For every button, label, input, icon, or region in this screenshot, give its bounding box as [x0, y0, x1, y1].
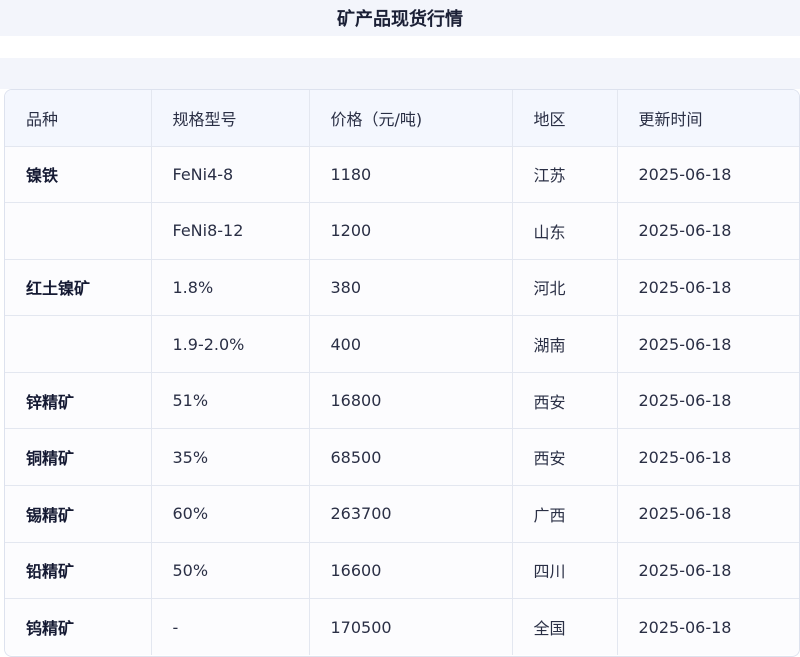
cell-date: 2025-06-18 — [617, 485, 799, 543]
cell-region: 全国 — [512, 598, 618, 656]
table-row: 锡精矿 60% 263700 广西 2025-06-18 — [5, 485, 799, 543]
title-bar: 矿产品现货行情 — [0, 0, 800, 36]
table-row: 红土镍矿 1.8% 380 河北 2025-06-18 — [5, 259, 799, 317]
cell-region: 江苏 — [512, 146, 618, 204]
table-row: 锌精矿 51% 16800 西安 2025-06-18 — [5, 372, 799, 430]
cell-spec: 60% — [151, 485, 310, 543]
cell-price: 1200 — [309, 202, 513, 260]
cell-spec: 50% — [151, 542, 310, 600]
cell-spec: FeNi4-8 — [151, 146, 310, 204]
cell-price: 1180 — [309, 146, 513, 204]
cell-region: 河北 — [512, 259, 618, 317]
cell-date: 2025-06-18 — [617, 146, 799, 204]
cell-date: 2025-06-18 — [617, 428, 799, 487]
table-header-row: 品种 规格型号 价格（元/吨) 地区 更新时间 — [5, 90, 799, 147]
cell-price: 170500 — [309, 598, 513, 656]
table-row: 铅精矿 50% 16600 四川 2025-06-18 — [5, 542, 799, 600]
cell-date: 2025-06-18 — [617, 542, 799, 600]
cell-product: 铅精矿 — [5, 542, 152, 600]
page: 矿产品现货行情 品种 规格型号 价格（元/吨) 地区 更新时间 镍铁 FeNi4… — [0, 0, 800, 657]
cell-product: 钨精矿 — [5, 598, 152, 656]
cell-date: 2025-06-18 — [617, 372, 799, 430]
cell-date: 2025-06-18 — [638, 617, 732, 637]
table-row: FeNi8-12 1200 山东 2025-06-18 — [5, 202, 799, 260]
cell-region: 湖南 — [512, 315, 618, 373]
cell-product: 铜精矿 — [5, 428, 152, 487]
cell-spec: 1.9-2.0% — [151, 315, 310, 373]
cell-region: 西安 — [512, 428, 618, 487]
header-band — [0, 58, 800, 89]
cell-product: 镍铁 — [5, 146, 152, 204]
table-row: 镍铁 FeNi4-8 1180 江苏 2025-06-18 — [5, 146, 799, 204]
table-body: 镍铁 FeNi4-8 1180 江苏 2025-06-18 FeNi8-12 1… — [5, 146, 799, 656]
cell-product — [5, 202, 152, 260]
price-table-container: 品种 规格型号 价格（元/吨) 地区 更新时间 镍铁 FeNi4-8 1180 … — [4, 89, 800, 657]
cell-product: 锌精矿 — [5, 372, 152, 430]
header-updated: 更新时间 — [617, 90, 799, 147]
cell-product: 红土镍矿 — [5, 259, 152, 317]
cell-spec: 1.8% — [151, 259, 310, 317]
cell-spec: 51% — [151, 372, 310, 430]
header-spec: 规格型号 — [151, 90, 310, 147]
cell-product — [5, 315, 152, 373]
cell-price: 400 — [309, 315, 513, 373]
table-row: 钨精矿 - 170500 全国 2025-06-18 — [5, 598, 799, 656]
cell-price: 16600 — [309, 542, 513, 600]
header-price: 价格（元/吨) — [309, 90, 513, 147]
cell-date: 2025-06-18 — [617, 259, 799, 317]
table-row: 铜精矿 35% 68500 西安 2025-06-18 — [5, 428, 799, 487]
cell-spec: 35% — [151, 428, 310, 487]
header-region: 地区 — [512, 90, 618, 147]
cell-region: 山东 — [512, 202, 618, 260]
page-title: 矿产品现货行情 — [337, 9, 463, 30]
cell-spec: - — [151, 598, 310, 656]
cell-price: 16800 — [309, 372, 513, 430]
header-product: 品种 — [5, 90, 152, 147]
cell-product: 锡精矿 — [5, 485, 152, 543]
cell-date: 2025-06-18 — [617, 202, 799, 260]
cell-price: 380 — [309, 259, 513, 317]
cell-price: 68500 — [309, 428, 513, 487]
cell-region: 西安 — [512, 372, 618, 430]
cell-spec: FeNi8-12 — [151, 202, 310, 260]
cell-region: 广西 — [512, 485, 618, 543]
cell-price: 263700 — [309, 485, 513, 543]
table-row: 1.9-2.0% 400 湖南 2025-06-18 — [5, 315, 799, 373]
price-table: 品种 规格型号 价格（元/吨) 地区 更新时间 镍铁 FeNi4-8 1180 … — [5, 90, 799, 656]
cell-date: 2025-06-18 — [617, 315, 799, 373]
cell-region: 四川 — [512, 542, 618, 600]
